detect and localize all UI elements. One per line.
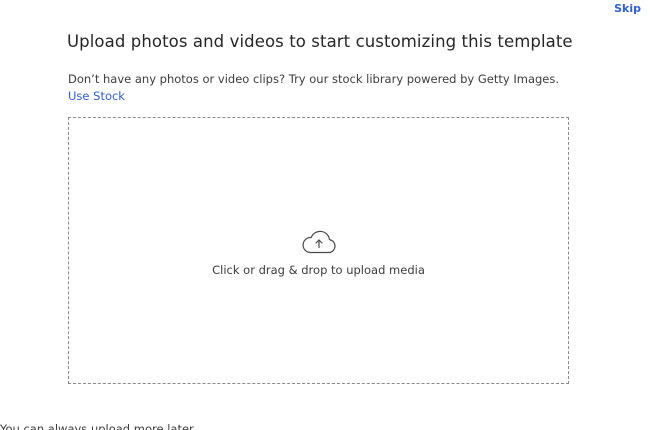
use-stock-link[interactable]: Use Stock <box>68 89 125 103</box>
page-title: Upload photos and videos to start custom… <box>67 32 573 51</box>
upload-later-note: You can always upload more later <box>0 422 194 430</box>
upload-dropzone[interactable]: Click or drag & drop to upload media <box>68 117 569 384</box>
cloud-upload-icon <box>301 228 337 254</box>
upload-page: Skip Upload photos and videos to start c… <box>0 0 650 430</box>
skip-link[interactable]: Skip <box>614 2 641 15</box>
dropzone-label: Click or drag & drop to upload media <box>212 263 425 277</box>
stock-library-message: Don’t have any photos or video clips? Tr… <box>68 72 560 86</box>
